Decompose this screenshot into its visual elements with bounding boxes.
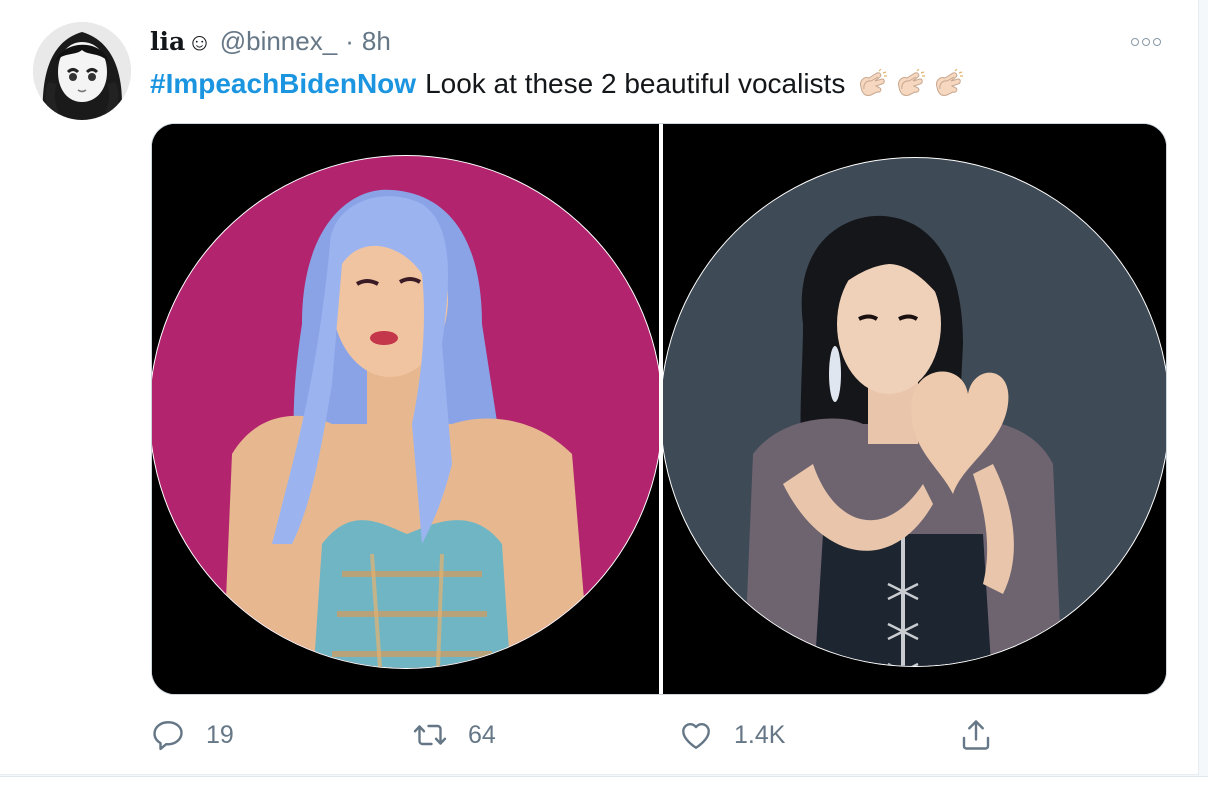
share-button[interactable]: [958, 712, 994, 758]
photo-left[interactable]: [152, 124, 659, 694]
retweet-count: 64: [468, 720, 496, 749]
clapping-hands-icon: [898, 69, 926, 96]
share-icon: [962, 720, 990, 750]
reply-count: 19: [206, 720, 234, 749]
like-button[interactable]: 1.4K: [678, 712, 785, 758]
tweet-body-text: Look at these 2 beautiful vocalists: [425, 68, 846, 99]
timestamp[interactable]: 8h: [362, 26, 391, 57]
more-dot-icon: [1153, 38, 1161, 46]
photo-right[interactable]: [663, 124, 1166, 694]
tweet-actions: 19 64 1.4K: [150, 712, 1030, 758]
more-dot-icon: [1131, 38, 1139, 46]
clap-emoji-group: [855, 69, 965, 99]
display-name[interactable]: lia: [150, 27, 185, 56]
tweet-header: lia ☺ @binnex_ · 8h: [150, 26, 391, 58]
more-options-button[interactable]: [1126, 30, 1166, 54]
media-grid: [151, 123, 1167, 695]
avatar[interactable]: [33, 22, 131, 120]
more-dot-icon: [1142, 38, 1150, 46]
photo-left-image: [152, 124, 659, 694]
reply-icon: [153, 721, 183, 751]
retweet-icon: [413, 724, 447, 746]
next-tweet-divider: [0, 776, 1208, 792]
smiley-emoji-icon: ☺: [187, 29, 212, 56]
photo-right-image: [663, 124, 1166, 694]
hashtag-link[interactable]: #ImpeachBidenNow: [150, 68, 416, 100]
separator-dot: ·: [345, 26, 354, 56]
clapping-hands-icon: [860, 69, 888, 96]
clapping-hands-icon: [936, 69, 964, 96]
heart-icon: [682, 722, 710, 749]
tweet-text: #ImpeachBidenNow Look at these 2 beautif…: [150, 66, 965, 102]
avatar-image: [33, 22, 131, 120]
retweet-button[interactable]: 64: [412, 712, 496, 758]
reply-button[interactable]: 19: [150, 712, 234, 758]
like-count: 1.4K: [734, 720, 786, 749]
tweet-card[interactable]: lia ☺ @binnex_ · 8h #ImpeachBidenNow Loo…: [0, 0, 1199, 775]
user-handle[interactable]: @binnex_: [220, 26, 337, 57]
